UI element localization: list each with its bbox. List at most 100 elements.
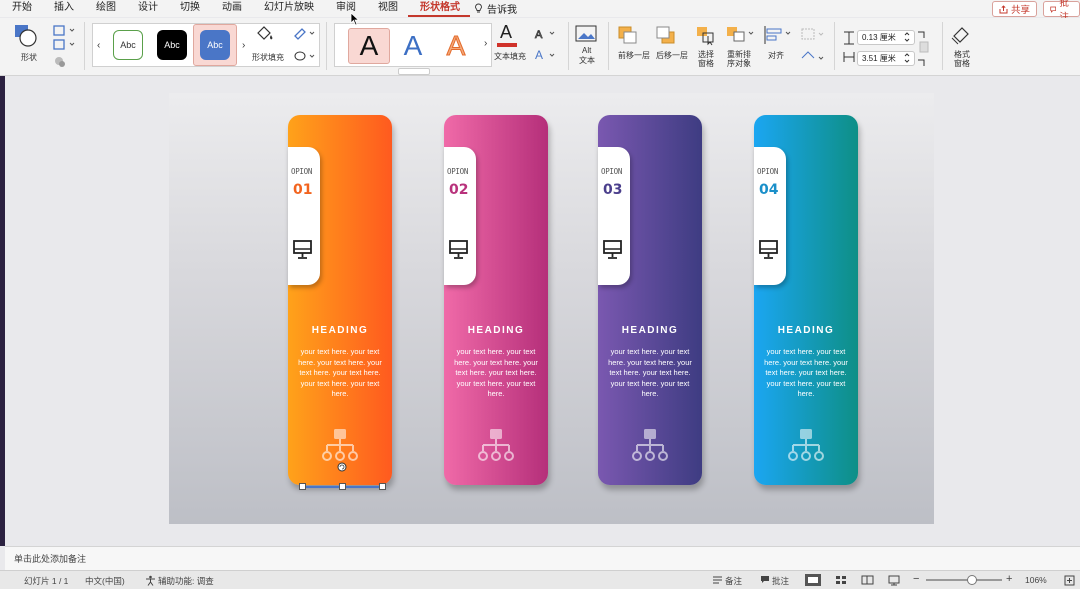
card-body-text: your text here. your text here. your tex… — [454, 347, 538, 398]
comment-icon — [1050, 6, 1057, 13]
tab-draw[interactable]: 绘图 — [84, 0, 126, 17]
style-swatch-black[interactable]: Abc — [157, 30, 187, 60]
option-tab: OPION 02 — [444, 147, 476, 285]
tab-insert[interactable]: 插入 — [42, 0, 84, 17]
bring-forward-label: 前移一层 — [618, 51, 650, 60]
accessibility-icon — [146, 575, 155, 586]
org-chart-icon — [632, 429, 668, 461]
tab-slideshow[interactable]: 幻灯片放映 — [252, 0, 324, 17]
align-icon — [764, 26, 791, 44]
format-pane-icon — [951, 27, 969, 45]
zoom-out-button[interactable]: − — [913, 573, 919, 585]
text-fill-color-bar — [497, 43, 517, 47]
text-outline-effects-icons[interactable]: AA — [532, 26, 560, 66]
tab-transitions[interactable]: 切换 — [168, 0, 210, 17]
option-card-4[interactable]: OPION 04 HEADING your text here. your text … — [754, 115, 858, 485]
comments-icon — [761, 576, 769, 583]
monitor-icon — [449, 240, 468, 259]
selection-pane-icon — [697, 27, 714, 46]
card-heading: HEADING — [467, 325, 525, 336]
shape-fill-button[interactable]: 形状填充 — [252, 24, 290, 64]
wordart-orange[interactable]: A — [435, 28, 477, 64]
shapes-icon — [15, 25, 37, 47]
style-swatch-blue[interactable]: Abc — [200, 30, 230, 60]
tab-view[interactable]: 视图 — [366, 0, 408, 17]
text-fill-label: 文本填充 — [494, 52, 526, 61]
svg-text:A: A — [535, 48, 543, 62]
option-label: OPION — [757, 167, 779, 176]
tab-home[interactable]: 开始 — [0, 0, 42, 17]
zoom-in-button[interactable]: + — [1006, 573, 1012, 585]
tab-design[interactable]: 设计 — [126, 0, 168, 17]
alt-text-icon — [575, 25, 597, 42]
gallery-prev-icon[interactable]: ‹ — [97, 40, 100, 51]
alt-text-button[interactable]: Alt 文本 — [574, 24, 602, 70]
wordart-gallery: A A A › — [334, 23, 492, 67]
outline-effects-icons[interactable] — [292, 26, 318, 66]
tell-me-box[interactable]: 告诉我 — [474, 1, 517, 16]
text-fill-icon: A — [500, 22, 513, 42]
fit-slide-icon[interactable] — [1064, 575, 1075, 586]
language-indicator[interactable]: 中文(中国) — [85, 575, 125, 587]
selection-pane-button[interactable]: 选择 窗格 — [694, 24, 720, 70]
monitor-icon — [759, 240, 778, 259]
mouse-cursor-icon — [350, 12, 360, 26]
resize-handle-right[interactable] — [379, 483, 386, 490]
shapes-button[interactable]: 形状 — [12, 22, 48, 64]
option-card-1[interactable]: OPION 01 HEADING your text here. your text … — [288, 115, 392, 485]
align-button[interactable]: 对齐 — [762, 24, 798, 64]
resize-handle-center[interactable] — [339, 483, 346, 490]
slide-canvas[interactable]: OPION 01 HEADING your text here. your text … — [169, 93, 934, 524]
share-label: 共享 — [1011, 5, 1031, 16]
option-number: 01 — [293, 182, 313, 198]
send-backward-icon — [656, 26, 675, 44]
wordart-next-icon[interactable]: › — [484, 38, 487, 49]
notes-toggle[interactable]: 备注 — [725, 575, 742, 587]
comments-button[interactable]: 批注 — [1043, 0, 1080, 23]
size-stepper-icons[interactable] — [904, 30, 932, 68]
gallery-next-icon[interactable]: › — [242, 40, 245, 51]
wordart-blue[interactable]: A — [392, 28, 434, 64]
zoom-slider-thumb[interactable] — [966, 575, 977, 585]
rotate-handle-icon[interactable] — [337, 462, 347, 472]
option-label: OPION — [601, 167, 623, 176]
reorder-label-2: 序对象 — [727, 59, 751, 68]
option-card-2[interactable]: OPION 02 HEADING your text here. your text … — [444, 115, 548, 485]
ribbon-toolbar: 形状 ‹ Abc Abc Abc › 形状填充 A A A › A 文本填充 A… — [0, 18, 1080, 76]
tab-shape-format[interactable]: 形状格式 — [408, 0, 470, 17]
edit-shape-icons[interactable] — [52, 24, 76, 70]
zoom-slider[interactable] — [926, 579, 1002, 581]
org-chart-icon — [788, 429, 824, 461]
reorder-objects-button[interactable]: 重新排 序对象 — [724, 24, 758, 70]
comments-toggle[interactable]: 批注 — [772, 575, 789, 587]
status-bar: 幻灯片 1 / 1 中文(中国) 辅助功能: 调查 备注 批注 − + 106% — [0, 570, 1080, 589]
option-tab: OPION 01 — [288, 147, 320, 285]
text-fill-button[interactable]: A 文本填充 — [494, 22, 532, 64]
option-number: 03 — [603, 182, 623, 198]
bring-forward-button[interactable]: 前移一层 — [616, 24, 654, 64]
group-rotate-icons[interactable] — [798, 26, 828, 68]
share-button[interactable]: 共享 — [992, 1, 1038, 17]
card-body-text: your text here. your text here. your tex… — [608, 347, 692, 398]
accessibility-status[interactable]: 辅助功能: 调查 — [158, 575, 214, 587]
format-pane-button[interactable]: 格式 窗格 — [948, 24, 978, 70]
zoom-level[interactable]: 106% — [1025, 575, 1047, 585]
slide-counter: 幻灯片 1 / 1 — [24, 576, 69, 586]
send-backward-button[interactable]: 后移一层 — [654, 24, 692, 64]
ribbon-tabs: 开始 插入 绘图 设计 切换 动画 幻灯片放映 审阅 视图 形状格式 告诉我 — [0, 0, 1080, 17]
view-buttons[interactable] — [805, 574, 905, 587]
wordart-black[interactable]: A — [348, 28, 390, 64]
gallery-expand-handle[interactable] — [398, 68, 430, 75]
style-swatch-outline[interactable]: Abc — [113, 30, 143, 60]
option-card-3[interactable]: OPION 03 HEADING your text here. your text … — [598, 115, 702, 485]
tab-animations[interactable]: 动画 — [210, 0, 252, 17]
card-body-text: your text here. your text here. your tex… — [298, 347, 382, 398]
org-chart-icon — [322, 429, 358, 461]
org-chart-icon — [478, 429, 514, 461]
notes-pane[interactable]: 单击此处添加备注 — [5, 546, 1080, 570]
monitor-icon — [293, 240, 312, 259]
card-heading: HEADING — [311, 325, 369, 336]
resize-handle-left[interactable] — [299, 483, 306, 490]
reorder-icon — [727, 27, 754, 42]
lightbulb-icon — [475, 3, 482, 13]
